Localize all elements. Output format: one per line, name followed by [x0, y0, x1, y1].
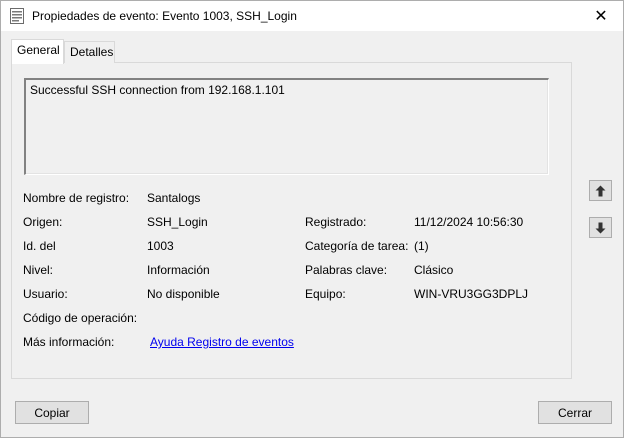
arrow-down-icon: [595, 222, 606, 233]
event-id-value: 1003: [147, 239, 174, 253]
keywords-value: Clásico: [414, 263, 454, 277]
level-label: Nivel:: [23, 263, 54, 277]
copy-button-label: Copiar: [34, 405, 70, 420]
window-title: Propiedades de evento: Evento 1003, SSH_…: [32, 9, 297, 23]
tab-general-label: General: [17, 43, 60, 57]
source-label: Origen:: [23, 215, 63, 229]
event-description-box[interactable]: Successful SSH connection from 192.168.1…: [24, 78, 549, 175]
opcode-label: Código de operación:: [23, 311, 138, 325]
computer-label: Equipo:: [305, 287, 346, 301]
log-name-value: Santalogs: [147, 191, 201, 205]
event-properties-window: Propiedades de evento: Evento 1003, SSH_…: [0, 0, 624, 438]
logged-value: 11/12/2024 10:56:30: [414, 215, 524, 229]
task-category-value: (1): [414, 239, 429, 253]
next-event-button[interactable]: [589, 217, 612, 238]
more-info-label: Más información:: [23, 335, 115, 349]
level-value: Información: [147, 263, 210, 277]
log-name-label: Nombre de registro:: [23, 191, 130, 205]
title-bar: Propiedades de evento: Evento 1003, SSH_…: [1, 1, 623, 31]
close-button-label: Cerrar: [557, 405, 592, 420]
logged-label: Registrado:: [305, 215, 367, 229]
event-viewer-icon: [10, 8, 24, 24]
computer-value: WIN-VRU3GG3DPLJ: [414, 287, 529, 301]
copy-button[interactable]: Copiar: [15, 401, 89, 424]
keywords-label: Palabras clave:: [305, 263, 388, 277]
event-description-text: Successful SSH connection from 192.168.1…: [30, 83, 285, 97]
task-category-label: Categoría de tarea:: [305, 239, 409, 253]
source-value: SSH_Login: [147, 215, 208, 229]
close-window-button[interactable]: ✕: [579, 1, 623, 31]
arrow-up-icon: [595, 185, 606, 196]
close-icon: ✕: [594, 8, 608, 25]
previous-event-button[interactable]: [589, 180, 612, 201]
user-label: Usuario:: [23, 287, 68, 301]
tab-details[interactable]: Detalles: [64, 41, 115, 63]
user-value: No disponible: [147, 287, 220, 301]
tab-general[interactable]: General: [11, 39, 64, 64]
event-id-label: Id. del: [23, 239, 56, 253]
event-log-help-link[interactable]: Ayuda Registro de eventos: [150, 335, 294, 349]
close-button[interactable]: Cerrar: [538, 401, 612, 424]
tab-details-label: Detalles: [70, 45, 114, 59]
